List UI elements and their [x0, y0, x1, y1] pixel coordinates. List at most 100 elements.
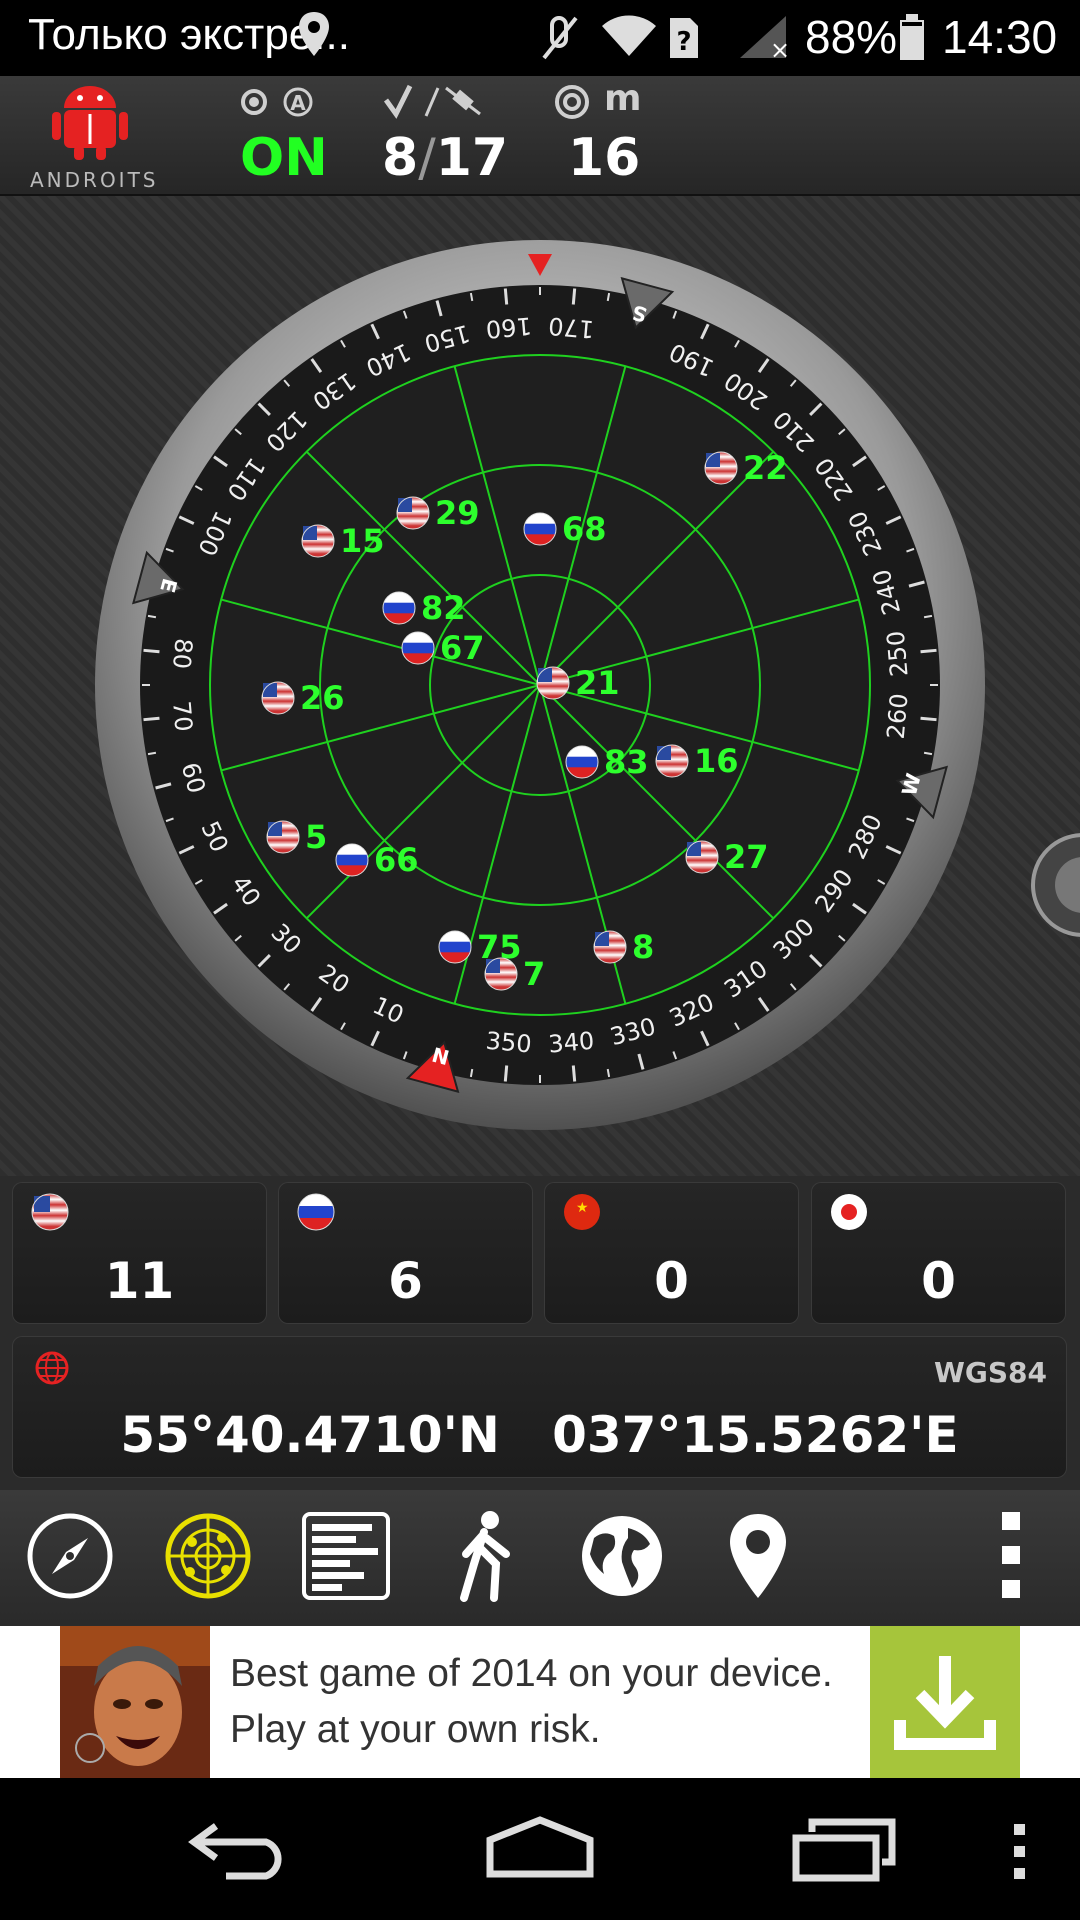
gps-count-card: 11 [12, 1182, 267, 1324]
satellite-marker[interactable]: 22 [704, 449, 788, 487]
overflow-menu-icon[interactable] [962, 1508, 1058, 1604]
beidou-flag-icon: ★ [564, 1194, 600, 1230]
compass-tick-label: 260 [882, 692, 914, 740]
back-icon[interactable] [186, 1818, 292, 1880]
satellite-marker[interactable]: 67 [401, 629, 485, 667]
recent-apps-icon[interactable] [790, 1816, 898, 1882]
compass-tick [503, 1065, 509, 1082]
satellite-id: 5 [305, 818, 327, 856]
satellite-marker[interactable]: 16 [655, 742, 739, 780]
status-bar: Только экстре... ? × 88% 14:30 [0, 0, 1080, 76]
coordinates: 55°40.4710'N 037°15.5262'E [12, 1406, 1067, 1464]
sats-total: 17 [435, 128, 509, 188]
globe-icon[interactable] [574, 1508, 670, 1604]
accuracy-value: 16 [568, 128, 641, 188]
svg-text:×: × [770, 36, 788, 60]
position-card[interactable]: WGS84 55°40.4710'N 037°15.5262'E [12, 1336, 1067, 1478]
globe-grid-icon [35, 1351, 69, 1385]
satellite-id: 21 [575, 664, 620, 702]
download-icon [894, 1656, 996, 1750]
svg-text:?: ? [676, 27, 691, 57]
satellite-marker[interactable]: 26 [261, 679, 345, 717]
ad-banner[interactable]: Best game of 2014 on your device. Play a… [0, 1626, 1080, 1778]
signal-no-sim-icon: × [740, 16, 788, 60]
compass-icon[interactable] [22, 1508, 118, 1604]
compass-tick-label: 250 [882, 630, 914, 678]
gps-count: 11 [104, 1252, 175, 1310]
location-pin-icon [299, 12, 329, 56]
beidou-count: 0 [654, 1252, 689, 1310]
signal-bars-icon[interactable] [298, 1508, 394, 1604]
satellite-marker[interactable]: 68 [523, 510, 607, 548]
satellites-icon [383, 84, 481, 119]
menu-icon[interactable] [1008, 1820, 1032, 1882]
side-drawer-handle[interactable] [1028, 830, 1080, 940]
mute-icon [542, 16, 578, 60]
satellite-id: 22 [743, 449, 788, 487]
compass-tick-label: 70 [167, 700, 198, 733]
compass-tick-label: 80 [167, 637, 198, 670]
longitude: 037°15.5262'E [552, 1406, 959, 1464]
compass-tick [469, 1068, 474, 1078]
walking-icon[interactable] [436, 1508, 532, 1604]
ad-download-button[interactable] [870, 1626, 1020, 1778]
satellite-marker[interactable]: 83 [565, 743, 649, 781]
battery-icon [900, 14, 924, 60]
sats-separator: / [418, 128, 436, 188]
satellite-id: 15 [340, 522, 385, 560]
compass-tick-label: 350 [485, 1027, 533, 1059]
satellite-id: 68 [562, 510, 607, 548]
satellite-id: 67 [440, 629, 485, 667]
compass-tick [923, 614, 933, 619]
gps-status: ON [240, 128, 328, 188]
satellite-marker[interactable]: 15 [301, 522, 385, 560]
glonass-flag-icon [297, 1193, 335, 1231]
latitude: 55°40.4710'N [120, 1406, 500, 1464]
sim-unknown-icon: ? [670, 18, 698, 58]
compass-tick [143, 716, 160, 722]
compass-tick [143, 648, 160, 654]
ad-game-thumbnail[interactable] [60, 1626, 210, 1778]
wifi-icon [602, 15, 656, 56]
app-header: ANDROITS A ON 8/17 m 16 [0, 76, 1080, 196]
satellite-marker[interactable]: 29 [396, 494, 480, 532]
satellite-id: 26 [300, 679, 345, 717]
compass-tick [503, 288, 509, 305]
glonass-count: 6 [388, 1252, 423, 1310]
satellite-id: 27 [724, 838, 769, 876]
satellite-marker[interactable]: 21 [536, 664, 620, 702]
qzss-count: 0 [921, 1252, 956, 1310]
accuracy-unit: m [604, 78, 642, 119]
sky-radar[interactable]: 140 150 160 1701902002102202302402502602802… [0, 196, 1080, 1176]
compass-tick [469, 292, 474, 302]
home-icon[interactable] [484, 1814, 596, 1880]
map-pin-icon[interactable] [710, 1508, 806, 1604]
radar-icon[interactable] [160, 1508, 256, 1604]
battery-percent: 88% [805, 11, 898, 63]
satellite-id: 16 [694, 742, 739, 780]
system-nav-bar [0, 1778, 1080, 1920]
glonass-count-card: 6 [278, 1182, 533, 1324]
satellite-id: 8 [632, 928, 654, 966]
ad-text-line1: Best game of 2014 on your device. [230, 1652, 833, 1695]
datum-label: WGS84 [934, 1356, 1047, 1389]
compass-tick [147, 751, 157, 756]
compass-tick [571, 1065, 577, 1082]
compass-tick [571, 288, 577, 305]
clock: 14:30 [942, 11, 1058, 63]
satellite-id: 66 [374, 841, 419, 879]
bottom-toolbar [0, 1490, 1080, 1625]
satellite-marker[interactable]: 82 [382, 589, 466, 627]
svg-text:★: ★ [576, 1200, 589, 1216]
satellite-marker[interactable]: 66 [335, 841, 419, 879]
satellite-id: 83 [604, 743, 649, 781]
compass-tick [606, 1068, 611, 1078]
satellite-id: 7 [523, 955, 545, 993]
accuracy-icon [555, 85, 589, 119]
compass-tick [147, 614, 157, 619]
qzss-count-card: 0 [811, 1182, 1066, 1324]
satellite-marker[interactable]: 27 [685, 838, 769, 876]
compass-tick-label: 340 [547, 1027, 595, 1059]
compass-tick [920, 716, 937, 722]
sats-used: 8 [382, 128, 419, 188]
